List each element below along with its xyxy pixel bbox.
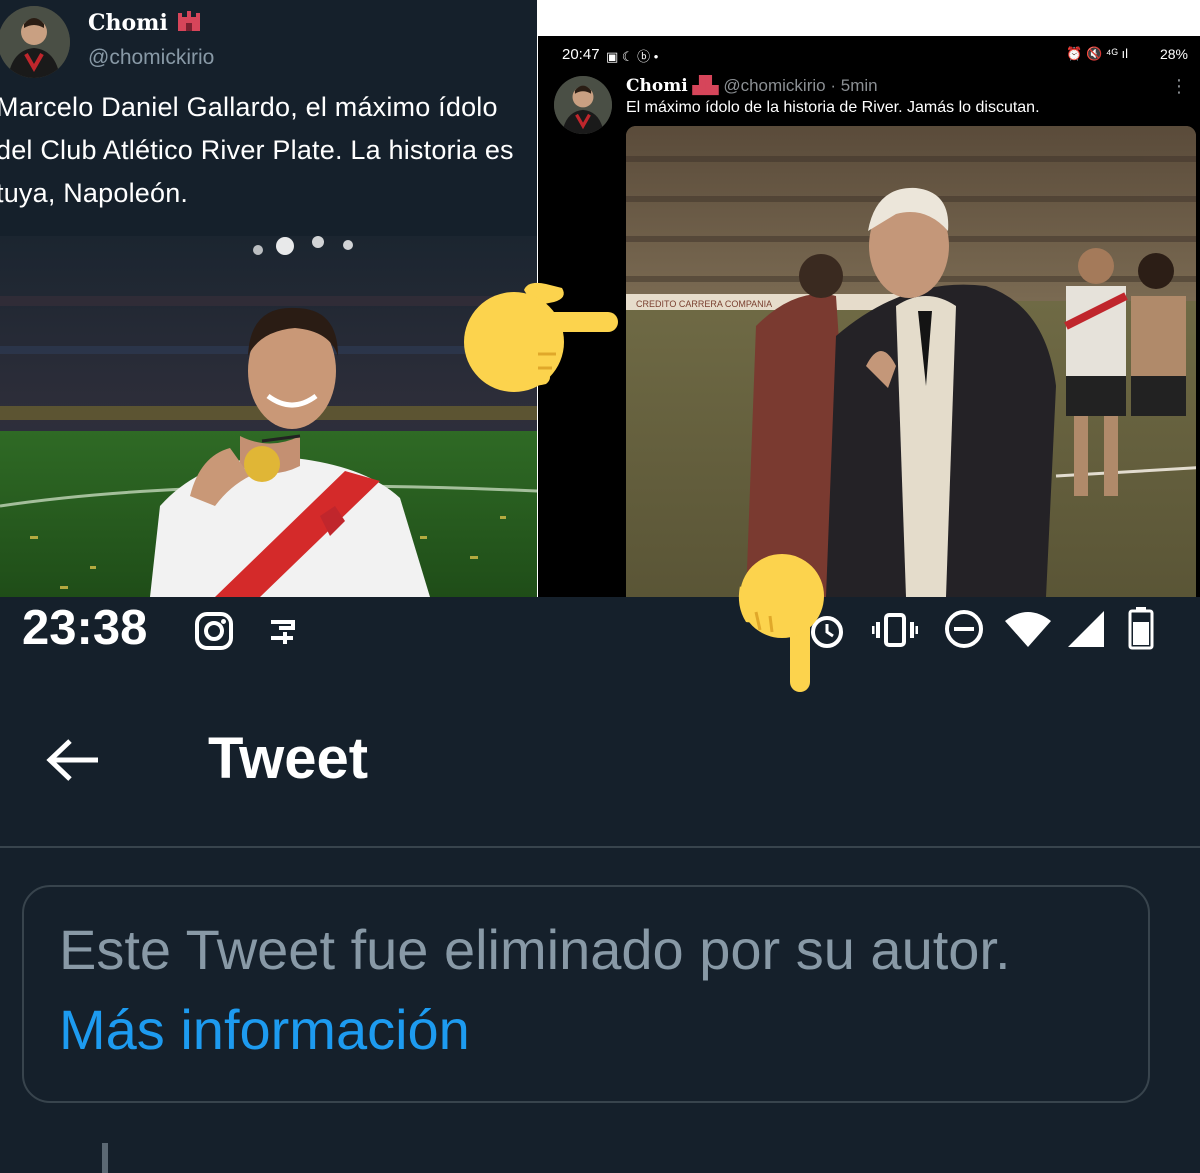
more-info-link[interactable]: Más información bbox=[59, 997, 470, 1062]
more-options-icon[interactable]: ⋮ bbox=[1170, 76, 1188, 97]
status-icons-right: ⏰ 🔇 ⁴ᴳ ıl bbox=[1066, 46, 1128, 61]
handle[interactable]: @chomickirio bbox=[88, 46, 214, 70]
header-divider bbox=[0, 846, 1200, 848]
display-name[interactable]: Chomi bbox=[626, 76, 688, 96]
wifi-icon bbox=[1003, 607, 1053, 651]
signal-icon bbox=[1064, 607, 1108, 651]
avatar[interactable] bbox=[0, 6, 70, 78]
back-arrow-icon[interactable] bbox=[42, 732, 104, 788]
pointing-down-hand-emoji bbox=[736, 552, 832, 692]
deleted-tweet-screen: 23:38 Tweet Este Tweet fue eliminado por… bbox=[0, 597, 1200, 1173]
tweet-text: Marcelo Daniel Gallardo, el máximo ídolo… bbox=[0, 92, 514, 208]
tweet-meta: Chomi ▟▙ @chomickirio · 5min bbox=[626, 76, 878, 96]
screenshot-tweet-panel: 20:47 ▣ ☾ ⓑ • ⏰ 🔇 ⁴ᴳ ıl 28% ⋮ Chomi ▟▙ @… bbox=[538, 36, 1200, 597]
tweet-age: 5min bbox=[840, 76, 878, 95]
pointing-right-hand-emoji bbox=[462, 278, 622, 394]
display-name[interactable]: Chomi bbox=[88, 10, 202, 37]
thread-line bbox=[102, 1143, 108, 1173]
castle-emoji-icon bbox=[176, 11, 202, 37]
do-not-disturb-icon bbox=[942, 607, 986, 651]
instagram-icon bbox=[193, 610, 235, 652]
tweet-photo-labruna[interactable]: CREDITO CARRERA COMPANIA bbox=[626, 126, 1196, 597]
battery-level: 28% bbox=[1159, 46, 1188, 62]
vibrate-icon bbox=[872, 609, 918, 651]
status-time: 23:38 bbox=[22, 601, 148, 655]
battery-icon bbox=[1126, 605, 1156, 651]
page-title: Tweet bbox=[208, 726, 369, 791]
deleted-message: Este Tweet fue eliminado por su autor. bbox=[59, 918, 1011, 981]
original-tweet-panel: Chomi @chomickirio Marcelo Daniel Gallar… bbox=[0, 0, 537, 597]
notification-icon bbox=[266, 613, 298, 649]
meta-separator: · bbox=[830, 76, 836, 95]
status-time: 20:47 bbox=[562, 46, 600, 63]
display-name-text: Chomi bbox=[88, 10, 168, 36]
handle[interactable]: @chomickirio bbox=[723, 76, 825, 95]
tweet-text: El máximo ídolo de la historia de River.… bbox=[626, 99, 1040, 116]
deleted-tweet-notice: Este Tweet fue eliminado por su autor. M… bbox=[22, 885, 1150, 1103]
avatar[interactable] bbox=[554, 76, 612, 134]
tweet-photo-gallardo[interactable] bbox=[0, 236, 537, 597]
castle-emoji-icon: ▟▙ bbox=[692, 76, 719, 95]
status-icons-left: ▣ ☾ ⓑ • bbox=[606, 49, 659, 64]
phone-status-bar: 20:47 ▣ ☾ ⓑ • ⏰ 🔇 ⁴ᴳ ıl 28% ⋮ bbox=[538, 36, 1200, 96]
photo-sign-text: CREDITO CARRERA COMPANIA bbox=[636, 299, 772, 309]
